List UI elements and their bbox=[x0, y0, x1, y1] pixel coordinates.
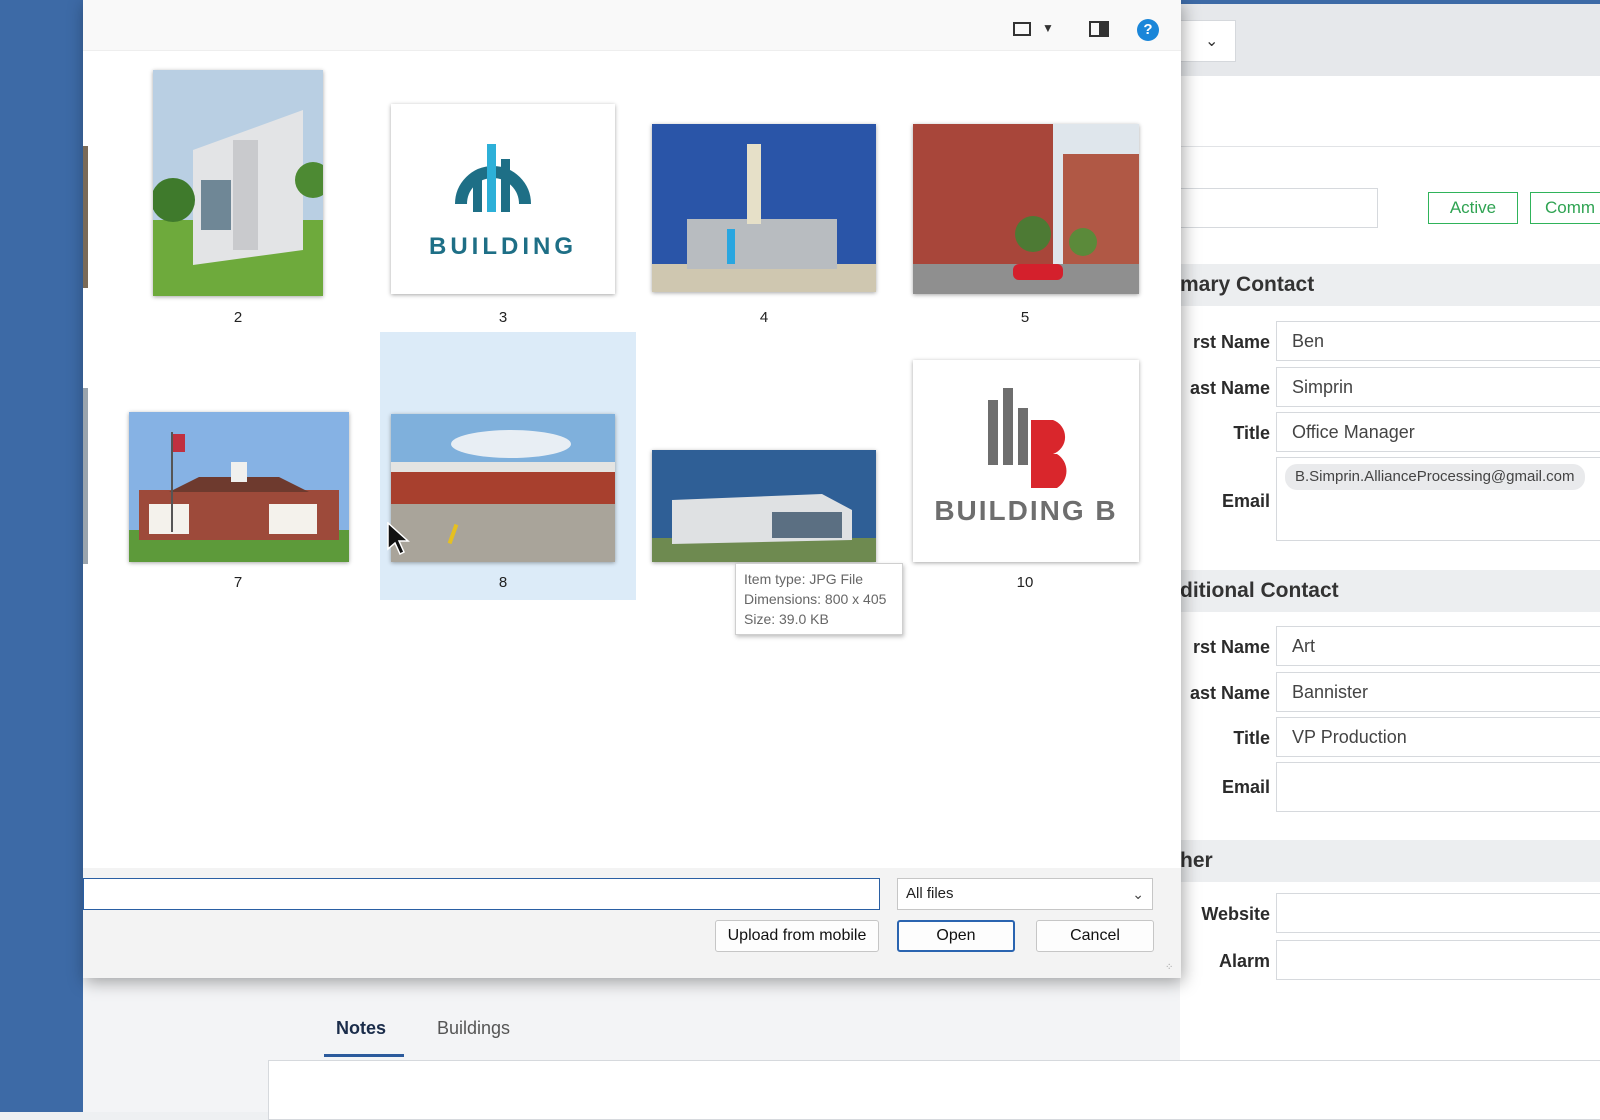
email-label: Email bbox=[1221, 777, 1270, 797]
building-logo-image: BUILDING bbox=[429, 144, 577, 260]
app-header bbox=[1180, 4, 1600, 76]
tooltip-size: Size: 39.0 KB bbox=[744, 611, 829, 627]
email-field[interactable] bbox=[1276, 762, 1600, 812]
open-button[interactable]: Open bbox=[897, 920, 1015, 952]
file-label: 5 bbox=[1020, 309, 1030, 326]
file-type-select[interactable]: All files ⌄ bbox=[897, 878, 1153, 910]
file-label: 7 bbox=[233, 574, 243, 591]
resize-grip-icon[interactable]: ⁘ bbox=[1165, 962, 1173, 973]
email-chip[interactable]: B.Simprin.AllianceProcessing@gmail.com bbox=[1285, 464, 1585, 490]
help-icon[interactable]: ? bbox=[1137, 19, 1159, 41]
file-info-tooltip: Item type: JPG File Dimensions: 800 x 40… bbox=[735, 563, 903, 635]
last-name-label: ast Name bbox=[1189, 683, 1270, 703]
cancel-button[interactable]: Cancel bbox=[1036, 920, 1154, 952]
section-title: mary Contact bbox=[1180, 273, 1315, 296]
tooltip-item-type: Item type: JPG File bbox=[744, 571, 864, 587]
active-tab-indicator bbox=[324, 1054, 404, 1057]
section-header: her bbox=[1180, 840, 1600, 882]
divider bbox=[1180, 146, 1600, 147]
file-thumbnail[interactable] bbox=[129, 412, 349, 562]
notes-area[interactable] bbox=[268, 1060, 1600, 1120]
title-field[interactable]: Office Manager bbox=[1276, 412, 1600, 452]
view-icon[interactable] bbox=[1013, 22, 1031, 36]
left-sidebar bbox=[0, 0, 83, 1112]
upload-from-mobile-button[interactable]: Upload from mobile bbox=[715, 920, 879, 952]
email-label: Email bbox=[1221, 491, 1270, 511]
tab-buildings[interactable]: Buildings bbox=[437, 1018, 510, 1039]
logo-text: BUILDING B bbox=[934, 495, 1117, 526]
chevron-down-icon: ⌄ bbox=[1205, 33, 1219, 50]
modern-building-photo bbox=[652, 450, 876, 562]
file-label: 8 bbox=[498, 574, 508, 591]
company-name-input[interactable] bbox=[1160, 188, 1378, 228]
warehouse-photo bbox=[391, 414, 615, 562]
file-label: 2 bbox=[233, 309, 243, 326]
file-thumbnail[interactable] bbox=[153, 70, 323, 296]
title-field[interactable]: VP Production bbox=[1276, 717, 1600, 757]
alarm-field[interactable] bbox=[1276, 940, 1600, 980]
file-thumbnail[interactable] bbox=[913, 124, 1139, 294]
chevron-down-icon[interactable]: ▼ bbox=[1042, 21, 1054, 35]
industrial-building-photo bbox=[652, 124, 876, 292]
office-building-photo bbox=[153, 70, 323, 296]
chevron-down-icon: ⌄ bbox=[1132, 886, 1144, 902]
section-title: ditional Contact bbox=[1180, 579, 1339, 602]
status-comm-button[interactable]: Comm bbox=[1530, 192, 1600, 224]
section-title: her bbox=[1180, 849, 1213, 872]
status-active-button[interactable]: Active bbox=[1428, 192, 1518, 224]
file-label: 3 bbox=[498, 309, 508, 326]
website-field[interactable] bbox=[1276, 893, 1600, 933]
alarm-label: Alarm bbox=[1218, 951, 1270, 971]
file-thumbnail[interactable] bbox=[652, 124, 876, 292]
first-name-field[interactable]: Art bbox=[1276, 626, 1600, 666]
app-dropdown[interactable]: ⌄ bbox=[1180, 20, 1236, 62]
file-thumbnail-partial[interactable] bbox=[83, 146, 88, 288]
file-open-dialog: ▼ ? 2 BUILDING 3 4 5 7 8 BUILDING B 10 I… bbox=[83, 0, 1181, 978]
preview-pane-icon[interactable] bbox=[1089, 21, 1109, 37]
first-name-field[interactable]: Ben bbox=[1276, 321, 1600, 361]
file-label: 4 bbox=[759, 309, 769, 326]
title-label: Title bbox=[1233, 728, 1270, 748]
file-thumbnail[interactable]: BUILDING B bbox=[913, 360, 1139, 562]
filename-input[interactable] bbox=[83, 878, 880, 910]
file-type-value: All files bbox=[906, 885, 954, 902]
building-b-logo-image: BUILDING B bbox=[934, 388, 1117, 526]
file-thumbnail[interactable]: BUILDING bbox=[391, 104, 615, 294]
website-label: Website bbox=[1201, 904, 1270, 924]
email-field[interactable]: B.Simprin.AllianceProcessing@gmail.com bbox=[1276, 457, 1600, 541]
tab-notes[interactable]: Notes bbox=[336, 1018, 386, 1039]
mouse-cursor-icon bbox=[387, 522, 410, 556]
last-name-label: ast Name bbox=[1189, 378, 1270, 398]
first-name-label: rst Name bbox=[1192, 637, 1270, 657]
logo-text: BUILDING bbox=[429, 233, 577, 260]
last-name-field[interactable]: Bannister bbox=[1276, 672, 1600, 712]
file-thumbnail[interactable] bbox=[652, 450, 876, 562]
first-name-label: rst Name bbox=[1192, 332, 1270, 352]
file-label: 10 bbox=[1016, 574, 1034, 591]
brick-street-photo bbox=[913, 124, 1139, 294]
file-thumbnail-selected[interactable] bbox=[391, 414, 615, 562]
section-header: mary Contact bbox=[1180, 264, 1600, 306]
last-name-field[interactable]: Simprin bbox=[1276, 367, 1600, 407]
title-label: Title bbox=[1233, 423, 1270, 443]
section-header: ditional Contact bbox=[1180, 570, 1600, 612]
colonial-building-photo bbox=[129, 412, 349, 562]
file-thumbnail-partial[interactable] bbox=[83, 388, 88, 564]
tooltip-dimensions: Dimensions: 800 x 405 bbox=[744, 591, 887, 607]
